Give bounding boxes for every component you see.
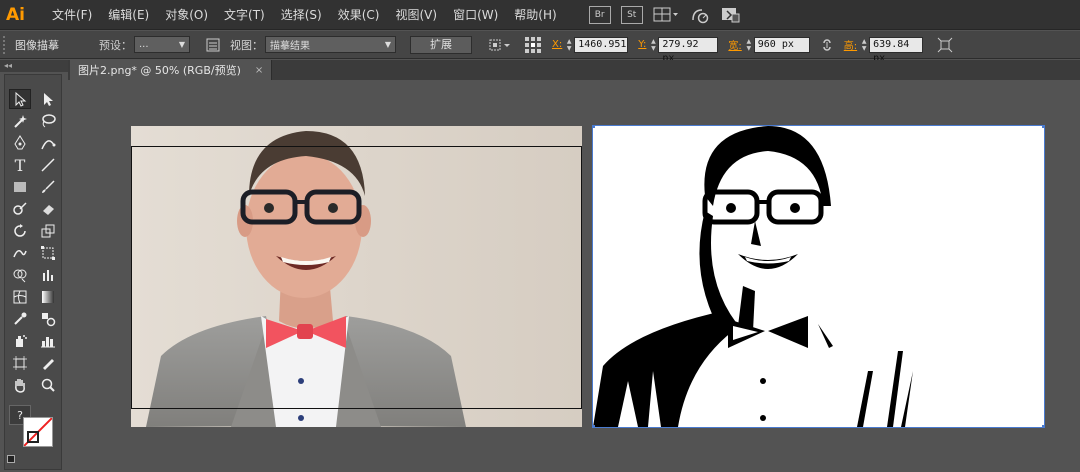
y-stepper[interactable]: ▲ ▼ (648, 37, 658, 53)
width-label: 宽: (728, 41, 742, 52)
direct-selection-tool-icon[interactable] (37, 89, 59, 109)
height-stepper[interactable]: ▲ ▼ (859, 37, 869, 53)
graph-tool-icon[interactable] (37, 265, 59, 285)
shape-builder-tool-icon[interactable] (9, 265, 31, 285)
document-tab-label: 图片2.png* @ 50% (RGB/预览) (78, 64, 241, 77)
toolbox-collapse[interactable]: ◂◂ (0, 60, 68, 72)
menu-type[interactable]: 文字(T) (216, 6, 273, 23)
toolbox: ◂◂ T ? (0, 60, 68, 472)
transform-icon[interactable] (937, 37, 953, 53)
rotate-tool-icon[interactable] (9, 221, 31, 241)
view-value: 描摹结果 (270, 41, 310, 52)
bridge-icon[interactable]: Br (588, 5, 611, 24)
control-bar: 图像描摹 预设： ... ▼ 视图： 描摹结果 ▼ 扩展 X: ▲ ▼ 1460.… (0, 31, 1080, 64)
selection-handle-br[interactable] (1042, 425, 1044, 427)
app-logo: Ai (6, 4, 25, 25)
trace-image (593, 126, 1044, 427)
shaper-tool-icon[interactable] (9, 199, 31, 219)
menu-edit[interactable]: 编辑(E) (100, 6, 157, 23)
width-stepper[interactable]: ▲ ▼ (744, 37, 754, 53)
view-label: 视图： (230, 38, 263, 52)
preset-value: ... (139, 39, 149, 50)
eyedropper-tool-icon[interactable] (9, 309, 31, 329)
none-color-icon (23, 417, 53, 447)
x-stepper[interactable]: ▲ ▼ (564, 37, 574, 53)
column-graph-tool-icon[interactable] (37, 331, 59, 351)
x-label: X: (552, 39, 563, 50)
menu-view[interactable]: 视图(V) (387, 6, 445, 23)
type-tool-icon[interactable]: T (9, 155, 31, 175)
menu-bar: Ai 文件(F) 编辑(E) 对象(O) 文字(T) 选择(S) 效果(C) 视… (0, 0, 1080, 30)
close-icon[interactable]: × (255, 65, 263, 76)
curvature-tool-icon[interactable] (37, 133, 59, 153)
menu-icons: Br St (588, 5, 741, 24)
stock-icon[interactable]: St (620, 5, 643, 24)
menu-effect[interactable]: 效果(C) (330, 6, 388, 23)
menu-object[interactable]: 对象(O) (157, 6, 216, 23)
free-transform-tool-icon[interactable] (37, 243, 59, 263)
fill-color-swatch[interactable] (23, 417, 53, 447)
artboard-tool-icon[interactable] (9, 353, 31, 373)
chevron-down-icon: ▼ (384, 40, 391, 49)
lasso-tool-icon[interactable] (37, 111, 59, 131)
zoom-tool-icon[interactable] (37, 375, 59, 395)
document-tab[interactable]: 图片2.png* @ 50% (RGB/预览) × (70, 60, 273, 80)
link-proportions-icon[interactable] (820, 38, 834, 52)
default-colors-icon[interactable] (7, 455, 15, 463)
x-field[interactable]: 1460.951 (574, 36, 629, 53)
selection-tool-icon[interactable] (9, 89, 31, 109)
document-tab-strip: 图片2.png* @ 50% (RGB/预览) × (68, 60, 1080, 80)
slice-tool-icon[interactable] (37, 353, 59, 373)
selection-handle-tr[interactable] (1042, 126, 1044, 128)
view-dropdown[interactable]: 描摹结果 ▼ (265, 36, 396, 53)
toolbox-panel: T ? (4, 74, 62, 470)
symbol-sprayer-tool-icon[interactable] (9, 331, 31, 351)
expand-button[interactable]: 扩展 (410, 35, 472, 54)
preset-label: 预设： (99, 38, 132, 52)
blend-tool-icon[interactable] (37, 309, 59, 329)
width-field[interactable]: 960 px (753, 36, 810, 53)
y-label: Y: (638, 39, 647, 50)
menu-items: 文件(F) 编辑(E) 对象(O) 文字(T) 选择(S) 效果(C) 视图(V… (44, 6, 565, 23)
selection-handle-bl[interactable] (593, 425, 595, 427)
height-field[interactable]: 639.84 px (869, 36, 924, 64)
pen-tool-icon[interactable] (9, 133, 31, 153)
menu-window[interactable]: 窗口(W) (445, 6, 506, 23)
sync-settings-icon[interactable] (721, 6, 741, 24)
source-photo[interactable] (131, 126, 582, 427)
paintbrush-tool-icon[interactable] (37, 177, 59, 197)
line-segment-tool-icon[interactable] (37, 155, 59, 175)
photo-image (131, 126, 582, 427)
chevron-down-icon: ▼ (178, 40, 185, 49)
eraser-tool-icon[interactable] (37, 199, 59, 219)
align-icon[interactable] (488, 37, 512, 53)
gradient-tool-icon[interactable] (37, 287, 59, 307)
gpu-performance-icon[interactable] (689, 6, 711, 24)
reference-point-icon[interactable] (524, 36, 542, 54)
control-bar-grip[interactable] (3, 35, 9, 54)
mesh-tool-icon[interactable] (9, 287, 31, 307)
preset-dropdown[interactable]: ... ▼ (134, 36, 190, 53)
width-tool-icon[interactable] (9, 243, 31, 263)
menu-file[interactable]: 文件(F) (44, 6, 100, 23)
arrange-documents-icon[interactable] (653, 7, 679, 23)
height-label: 高: (843, 41, 858, 52)
menu-help[interactable]: 帮助(H) (506, 6, 564, 23)
trace-result[interactable] (592, 125, 1045, 428)
hand-tool-icon[interactable] (9, 375, 31, 395)
magic-wand-tool-icon[interactable] (9, 111, 31, 131)
y-field[interactable]: 279.92 px (658, 36, 719, 64)
selection-handle-tl[interactable] (593, 126, 595, 128)
menu-select[interactable]: 选择(S) (273, 6, 330, 23)
trace-panel-icon[interactable] (206, 38, 220, 52)
control-bar-title: 图像描摹 (15, 38, 59, 52)
rectangle-tool-icon[interactable] (9, 177, 31, 197)
scale-tool-icon[interactable] (37, 221, 59, 241)
